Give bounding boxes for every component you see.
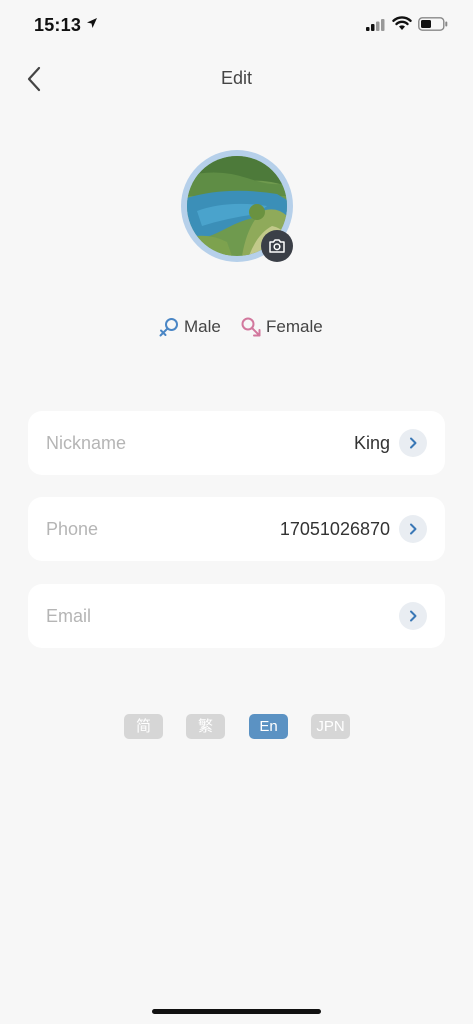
language-english[interactable]: En [249,714,288,739]
page-title: Edit [220,68,253,88]
male-symbol-icon [159,318,178,337]
battery-icon [418,17,448,31]
gender-male-option[interactable]: Male [158,316,221,338]
nickname-row[interactable]: Nickname King [28,411,445,475]
nickname-label: Nickname [46,433,127,453]
chevron-right-icon [399,602,427,630]
cellular-signal-icon [366,19,385,31]
phone-label: Phone [46,519,99,539]
language-simplified-chinese[interactable]: 简 [124,714,163,739]
change-avatar-button[interactable] [261,230,293,262]
language-japanese[interactable]: JPN [311,714,350,739]
wifi-icon [392,16,412,30]
home-indicator [152,1009,321,1014]
gender-female-option[interactable]: Female [240,316,323,338]
nickname-value: King [353,433,390,453]
email-label: Email [46,606,92,626]
location-arrow-icon [87,18,97,28]
status-time: 15:13 [34,15,82,35]
email-row[interactable]: Email [28,584,445,648]
phone-value: 17051026870 [279,519,390,539]
chevron-right-icon [399,515,427,543]
gender-female-label: Female [266,317,323,336]
gender-male-label: Male [184,317,221,336]
language-traditional-chinese[interactable]: 繁 [186,714,225,739]
camera-icon [269,239,285,253]
phone-row[interactable]: Phone 17051026870 [28,497,445,561]
chevron-right-icon [399,429,427,457]
female-symbol-icon [241,317,261,337]
